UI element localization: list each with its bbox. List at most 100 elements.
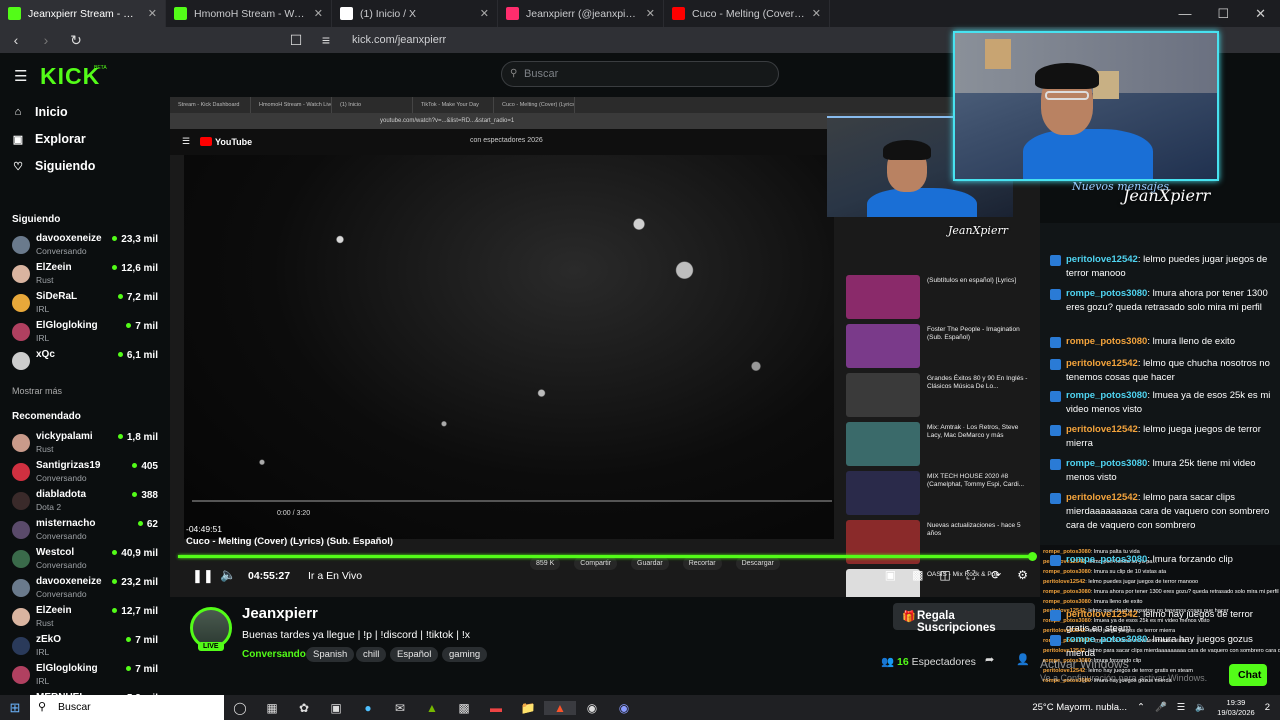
mic-icon[interactable]: 🎤 xyxy=(1155,702,1167,713)
mail-icon[interactable]: ✉ xyxy=(384,701,416,715)
obs-icon[interactable]: ◉ xyxy=(576,701,608,715)
windows-start-icon[interactable]: ⊞ xyxy=(0,700,30,716)
sidebar-channel[interactable]: zEkO IRL 7 mil xyxy=(12,634,162,660)
share-icon[interactable]: ➦ xyxy=(985,653,994,666)
search-input[interactable]: ⚲ Buscar xyxy=(501,61,779,87)
pause-icon[interactable]: ❚❚ xyxy=(192,568,214,584)
browser-tab[interactable]: (1) Inicio / X ✕ xyxy=(332,0,498,27)
nav-explorar[interactable]: ▣ Explorar xyxy=(12,132,86,146)
chat-username[interactable]: rompe_potos3080 xyxy=(1066,458,1147,469)
chat-send-button[interactable]: Chat xyxy=(1229,664,1267,686)
close-tab-icon[interactable]: ✕ xyxy=(148,7,157,20)
sidebar-channel[interactable]: ElGlogloking IRL 7 mil xyxy=(12,663,162,689)
channel-name[interactable]: Jeanxpierr xyxy=(242,605,318,622)
tag[interactable]: Español xyxy=(390,647,439,662)
chat-username[interactable]: peritolove12542 xyxy=(1066,609,1138,620)
volume-icon[interactable]: 🔈 xyxy=(220,567,236,583)
store-icon[interactable]: ▣ xyxy=(320,701,352,715)
theater-icon[interactable]: ▩ xyxy=(912,568,923,583)
kick-logo[interactable]: KICK xyxy=(40,63,100,90)
chat-username[interactable]: peritolove12542 xyxy=(1066,358,1138,369)
app-icon[interactable]: ▩ xyxy=(448,701,480,715)
maximize-icon[interactable]: ☐ xyxy=(1217,6,1229,22)
brave-icon[interactable]: ▲ xyxy=(544,700,576,715)
close-tab-icon[interactable]: ✕ xyxy=(480,7,489,20)
browser-tab[interactable]: Jeanxpierr Stream - Watch Live ✕ xyxy=(0,0,166,27)
fullscreen-icon[interactable]: ⛶ xyxy=(967,568,975,583)
minimize-icon[interactable]: — xyxy=(1178,6,1191,21)
sidebar-channel[interactable]: ElGlogloking IRL 7 mil xyxy=(12,320,162,346)
sidebar-channel[interactable]: Santigrizas19 Conversando 405 xyxy=(12,460,162,486)
chat-username[interactable]: rompe_potos3080 xyxy=(1066,634,1147,645)
settings-icon[interactable]: ⚙ xyxy=(1017,568,1028,583)
speaker-icon[interactable]: 🔈 xyxy=(1195,702,1207,713)
menu-icon[interactable]: ☰ xyxy=(14,67,27,85)
close-window-icon[interactable]: ✕ xyxy=(1255,6,1266,22)
task-view-icon[interactable]: ▦ xyxy=(256,701,288,715)
cortana-icon[interactable]: ◯ xyxy=(224,701,256,715)
player-time: 04:55:27 xyxy=(248,570,291,582)
back-icon[interactable]: ‹ xyxy=(8,32,24,48)
sidebar-channel[interactable]: SiDeRaL IRL 7,2 mil xyxy=(12,291,162,317)
clip-icon[interactable]: ⟳ xyxy=(991,568,1001,583)
notification-count[interactable]: 2 xyxy=(1265,702,1270,713)
seek-knob[interactable] xyxy=(1028,552,1037,561)
stream-category[interactable]: Conversando xyxy=(242,649,306,660)
tag[interactable]: chill xyxy=(356,647,387,662)
bookmark-icon[interactable]: ☐ xyxy=(288,32,304,49)
clock[interactable]: 19:39 19/03/2026 xyxy=(1217,698,1255,717)
sidebar-channel[interactable]: vickypalami Rust 1,8 mil xyxy=(12,431,162,457)
live-dot-icon xyxy=(126,323,132,328)
close-tab-icon[interactable]: ✕ xyxy=(646,7,655,20)
copilot-icon[interactable]: ✿ xyxy=(288,701,320,715)
chat-username[interactable]: rompe_potos3080 xyxy=(1066,554,1147,565)
sidebar-channel[interactable]: davooxeneize Conversando 23,3 mil xyxy=(12,233,162,259)
tag[interactable]: Spanish xyxy=(306,647,355,662)
browser-tab[interactable]: HmomoH Stream - Watch Live on Ki ✕ xyxy=(166,0,332,27)
nvidia-icon[interactable]: ▲ xyxy=(416,701,448,715)
chat-username[interactable]: rompe_potos3080 xyxy=(1066,288,1147,299)
taskbar-search[interactable]: ⚲ Buscar xyxy=(30,695,224,720)
pip-icon[interactable]: ▣ xyxy=(885,568,896,583)
go-live-button[interactable]: Ir a En Vivo xyxy=(308,570,362,582)
weather-text[interactable]: 25°C Mayorm. nubla... xyxy=(1032,702,1127,713)
sidebar-channel[interactable]: misternacho Conversando 62 xyxy=(12,518,162,544)
avatar xyxy=(12,352,30,370)
nav-siguiendo[interactable]: ♡ Siguiendo xyxy=(12,159,95,173)
office-icon[interactable]: ▬ xyxy=(480,701,512,715)
chat-username[interactable]: peritolove12542 xyxy=(1066,424,1138,435)
chat-message: peritolove12542: lelmo puedes jugar jueg… xyxy=(1050,253,1278,281)
discord-icon[interactable]: ◉ xyxy=(608,701,640,715)
wifi-icon[interactable]: ☰ xyxy=(1177,702,1186,713)
channel-name: Westcol xyxy=(36,547,75,558)
sidebar-channel[interactable]: diabladota Dota 2 388 xyxy=(12,489,162,515)
nav-inicio[interactable]: ⌂ Inicio xyxy=(12,105,68,119)
cinema-icon[interactable]: ◫ xyxy=(939,568,950,583)
forward-icon[interactable]: › xyxy=(38,32,54,48)
follow-icon[interactable]: 👤 xyxy=(1016,653,1030,666)
site-info-icon[interactable]: ≡ xyxy=(318,32,334,48)
show-more-link[interactable]: Mostrar más xyxy=(12,386,62,396)
sidebar-channel[interactable]: ElZeein Rust 12,7 mil xyxy=(12,605,162,631)
sidebar-channel[interactable]: davooxeneize Conversando 23,2 mil xyxy=(12,576,162,602)
reload-icon[interactable]: ↻ xyxy=(68,32,84,49)
tag[interactable]: gaming xyxy=(442,647,488,662)
browser-tab[interactable]: Jeanxpierr (@jeanxpierrr) | TikTok ✕ xyxy=(498,0,664,27)
sidebar-channel[interactable]: ElZeein Rust 12,6 mil xyxy=(12,262,162,288)
sidebar-channel[interactable]: xQc 6,1 mil xyxy=(12,349,162,375)
close-tab-icon[interactable]: ✕ xyxy=(314,7,323,20)
folder-icon[interactable]: 📁 xyxy=(512,701,544,715)
chat-username[interactable]: peritolove12542 xyxy=(1066,492,1138,503)
chat-message: rompe_potos3080: lmuea ya de esos 25k es… xyxy=(1050,389,1278,417)
edge-icon[interactable]: ● xyxy=(352,701,384,715)
gift-subs-button[interactable]: 🎁 Regala Suscripciones xyxy=(893,603,1035,634)
browser-tab[interactable]: Cuco - Melting (Cover) (Lyrics) (Sub. ✕ xyxy=(664,0,830,27)
url-field[interactable]: kick.com/jeanxpierr xyxy=(352,34,446,46)
seek-bar[interactable] xyxy=(178,552,1037,561)
chat-username[interactable]: peritolove12542 xyxy=(1066,254,1138,265)
chat-username[interactable]: rompe_potos3080 xyxy=(1066,390,1147,401)
chat-username[interactable]: rompe_potos3080 xyxy=(1066,336,1147,347)
tray-chevron-icon[interactable]: ⌃ xyxy=(1137,702,1145,713)
sidebar-channel[interactable]: Westcol Conversando 40,9 mil xyxy=(12,547,162,573)
close-tab-icon[interactable]: ✕ xyxy=(812,7,821,20)
